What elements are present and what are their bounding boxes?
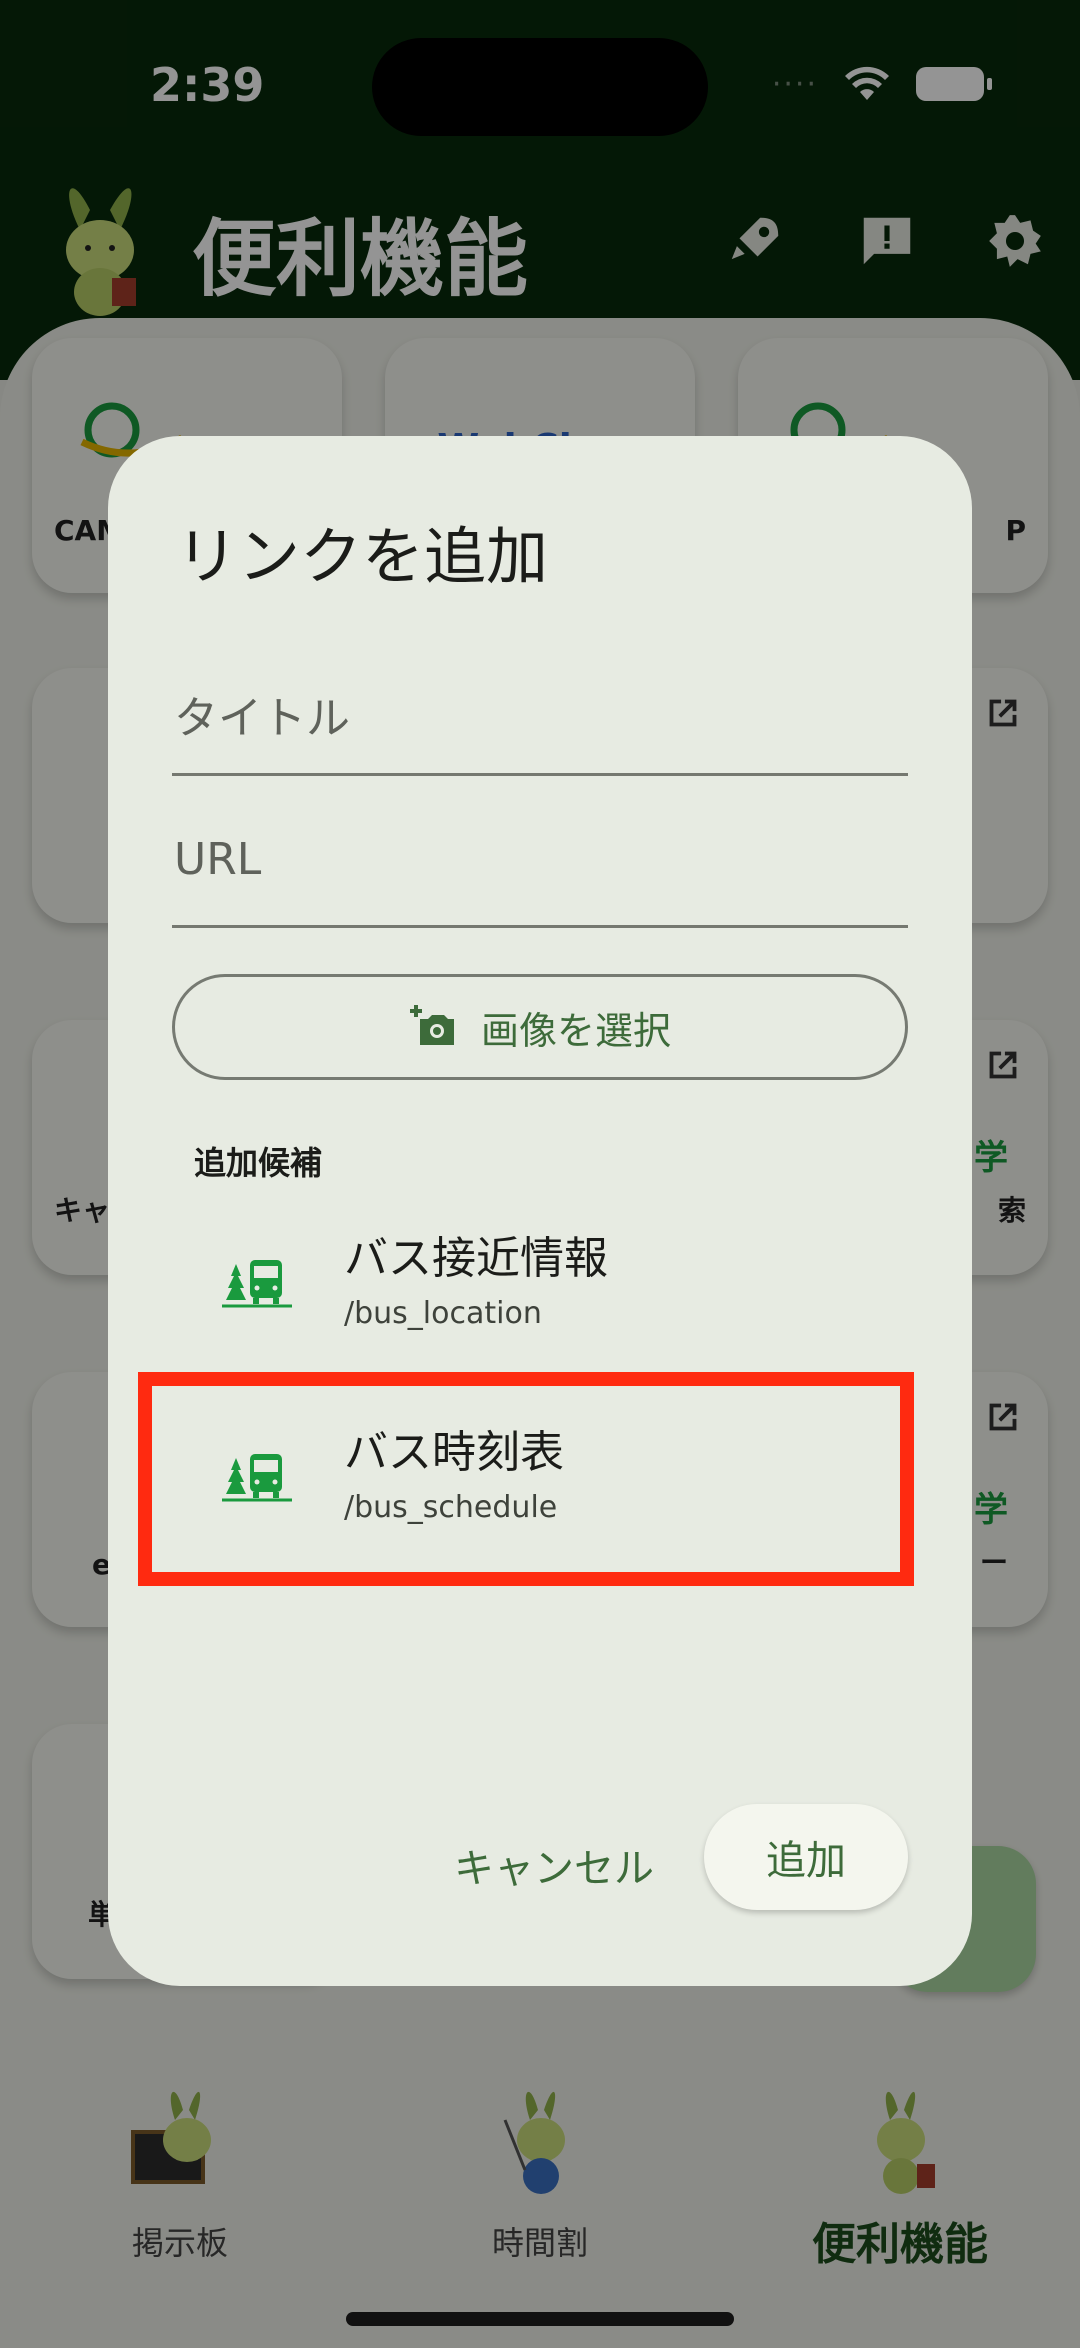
- title-field-placeholder: タイトル: [174, 693, 350, 744]
- suggestion-path: /bus_location: [344, 1296, 542, 1331]
- suggestion-item-bus-location[interactable]: バス接近情報 /bus_location: [108, 1196, 972, 1390]
- select-image-button[interactable]: 画像を選択: [172, 974, 908, 1080]
- title-field[interactable]: タイトル: [172, 650, 908, 776]
- add-button[interactable]: 追加: [704, 1804, 908, 1910]
- suggestion-title: バス接近情報: [344, 1233, 608, 1284]
- add-link-dialog: リンクを追加 タイトル URL 画像を選択 追加候補 バス接近情報 /bus_l…: [108, 436, 972, 1986]
- select-image-label: 画像を選択: [480, 1008, 671, 1053]
- add-photo-icon: [409, 1005, 454, 1045]
- url-field[interactable]: URL: [172, 802, 908, 928]
- highlight-box: [138, 1372, 914, 1586]
- bus-stop-icon: [222, 1260, 292, 1308]
- url-field-placeholder: URL: [174, 834, 262, 885]
- dialog-title: リンクを追加: [176, 520, 549, 593]
- cancel-button[interactable]: キャンセル: [438, 1826, 670, 1904]
- suggestions-header: 追加候補: [194, 1144, 323, 1182]
- home-indicator[interactable]: [346, 2312, 734, 2326]
- screen: 2:39 ···· 便利機能 CAM P キャ 学 索 e 学 ー 掲示板 時間…: [0, 0, 1080, 2348]
